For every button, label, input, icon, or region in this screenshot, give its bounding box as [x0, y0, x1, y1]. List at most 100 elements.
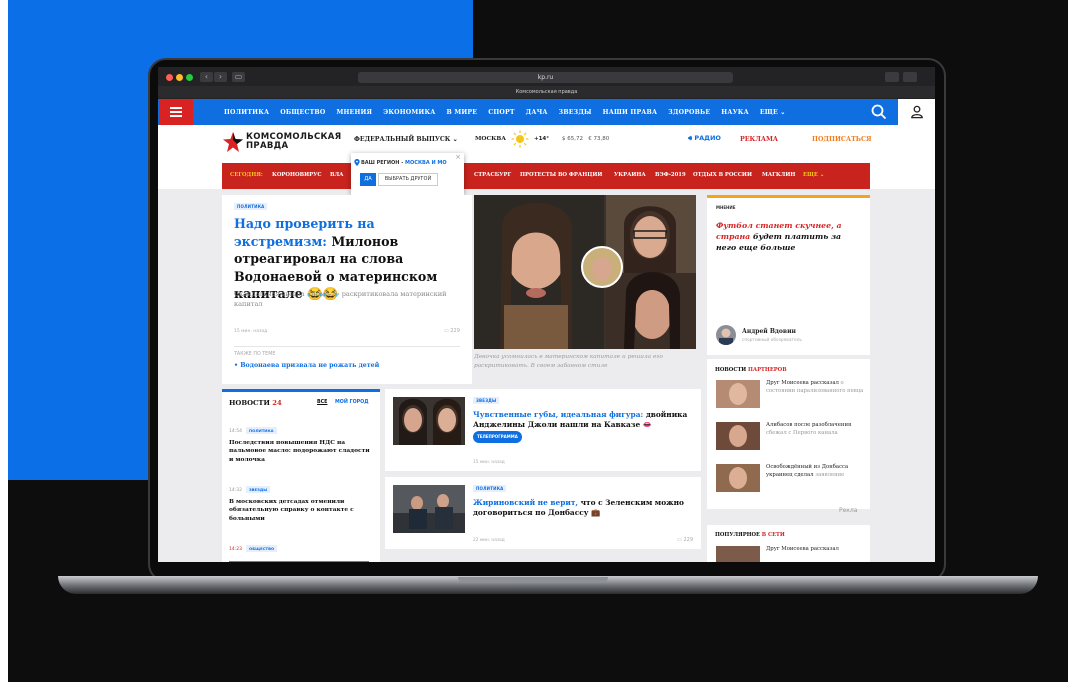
- partner-news: НОВОСТИ ПАРТНЕРОВ Друг Моисеева рассказа…: [707, 359, 870, 509]
- today-topic[interactable]: МАГКЛИН: [762, 172, 795, 178]
- forward-icon[interactable]: ›: [214, 72, 227, 82]
- today-topic[interactable]: ВЛА: [330, 172, 343, 178]
- comment-icon: ▭: [444, 328, 449, 334]
- author-role: спортивный обозреватель: [742, 338, 802, 343]
- laptop-screen: ‹ › ▭ kp.ru Комсомольская правда ПОЛИТИК…: [158, 67, 935, 562]
- today-topic[interactable]: КОРОНОВИРУС: [272, 172, 322, 178]
- nav-item[interactable]: В МИРЕ: [447, 109, 478, 116]
- today-topic[interactable]: ОТДЫХ В РОССИИ: [693, 172, 752, 178]
- rate-eur: € 73,80: [588, 136, 610, 142]
- tv-program-badge[interactable]: ТЕЛЕПРОГРАММА: [473, 430, 522, 444]
- region-name: МОСКВА И МО: [405, 160, 447, 166]
- minimize-window-icon[interactable]: [176, 74, 183, 81]
- story-tag[interactable]: ЗВЕЗДЫ: [473, 397, 500, 404]
- site-header: КОМСОМОЛЬСКАЯ ПРАВДА ФЕДЕРАЛЬНЫЙ ВЫПУСК …: [158, 125, 935, 157]
- news-my-city-tab[interactable]: МОЙ ГОРОД: [335, 400, 369, 405]
- related-link[interactable]: • Водонаева призвала не рожать детей: [234, 362, 379, 369]
- partner-thumbnail: [716, 380, 760, 408]
- nav-item[interactable]: ПОЛИТИКА: [224, 109, 269, 116]
- news-all-tab[interactable]: ВСЕ: [317, 400, 327, 405]
- tab-title[interactable]: Комсомольская правда: [158, 86, 935, 98]
- image-caption: Девочка усомнилась в материнском капитал…: [474, 354, 663, 369]
- radio-link[interactable]: 🔊︎ РАДИО: [688, 134, 721, 143]
- story-tag[interactable]: ПОЛИТИКА: [234, 203, 268, 210]
- story-title[interactable]: Жириновский не верит, что с Зеленским мо…: [473, 498, 693, 519]
- divider: [234, 346, 460, 347]
- sidebar-icon[interactable]: ▭: [232, 72, 245, 82]
- partner-item[interactable]: Алибасов после разоблачения сбежал с Пер…: [716, 422, 866, 454]
- city-label[interactable]: МОСКВА: [475, 136, 506, 142]
- today-more[interactable]: ЕЩЕ ⌄: [803, 172, 824, 178]
- search-icon[interactable]: [870, 103, 888, 121]
- author-name[interactable]: Андрей Вдовин: [742, 328, 796, 335]
- news-item[interactable]: 14:23 ОБЩЕСТВО: [229, 535, 374, 562]
- opinion-tag: МНЕНИЕ: [716, 205, 736, 210]
- popular-item[interactable]: Друг Моисеева рассказал: [766, 546, 839, 552]
- nav-item[interactable]: ЭКОНОМИКА: [383, 109, 435, 116]
- today-topic[interactable]: ВЭФ-2019: [655, 172, 686, 178]
- news-item-image: [229, 561, 369, 562]
- close-icon[interactable]: ×: [455, 153, 461, 161]
- nav-item[interactable]: ЗВЕЗДЫ: [559, 109, 592, 116]
- logo-text-line2: ПРАВДА: [246, 141, 289, 151]
- today-topic[interactable]: СТРАСБУРГ: [474, 172, 511, 178]
- section-menu: ПОЛИТИКА ОБЩЕСТВО МНЕНИЯ ЭКОНОМИКА В МИРЕ СПО…: [224, 99, 786, 125]
- back-icon[interactable]: ‹: [200, 72, 213, 82]
- tabs-icon[interactable]: [903, 72, 917, 82]
- partner-item[interactable]: Освобождённый из Донбасса украинец сдела…: [716, 464, 866, 496]
- ad-label: Рекла: [839, 507, 858, 514]
- hamburger-menu-icon[interactable]: [159, 99, 193, 125]
- radio-speaker-icon: 🔊︎: [688, 134, 693, 142]
- browser-chrome: ‹ › ▭ kp.ru Комсомольская правда: [158, 67, 935, 99]
- story-card[interactable]: ЗВЕЗДЫ Чувственные губы, идеальная фигур…: [385, 389, 701, 471]
- radio-label: РАДИО: [694, 134, 721, 142]
- today-label: СЕГОДНЯ:: [230, 172, 263, 178]
- news-item[interactable]: 14:54 ПОЛИТИКА Последствия повышения НДС …: [229, 417, 374, 464]
- nav-item[interactable]: НАШИ ПРАВА: [603, 109, 658, 116]
- today-topic[interactable]: ПРОТЕСТЫ ВО ФРАНЦИИ: [520, 172, 602, 178]
- partner-item[interactable]: Друг Моисеева рассказал о состоянии пара…: [716, 380, 866, 412]
- news-feed-title: НОВОСТИ 24: [229, 399, 282, 407]
- comment-count[interactable]: ▭ 229: [444, 328, 460, 334]
- opinion-quote[interactable]: Футбол станет скучнее, а страна будет пл…: [716, 220, 864, 253]
- story-tag[interactable]: ПОЛИТИКА: [473, 485, 507, 492]
- story-card[interactable]: ПОЛИТИКА Жириновский не верит, что с Зел…: [385, 477, 701, 549]
- nav-item[interactable]: ОБЩЕСТВО: [280, 109, 325, 116]
- photo-collage: [474, 195, 696, 349]
- nav-item[interactable]: ЕЩЕ ⌄: [760, 109, 786, 116]
- close-window-icon[interactable]: [166, 74, 173, 81]
- subscribe-link[interactable]: ПОДПИСАТЬСЯ: [812, 136, 872, 143]
- today-topics-bar: СЕГОДНЯ: КОРОНОВИРУС ВЛА СТРАСБУРГ ПРОТЕ…: [222, 163, 870, 189]
- region-confirm-button[interactable]: ДА: [360, 173, 376, 186]
- logo-star-icon: [223, 132, 243, 152]
- nav-item[interactable]: СПОРТ: [488, 109, 514, 116]
- url-text: kp.ru: [537, 74, 554, 81]
- nav-item[interactable]: МНЕНИЯ: [336, 109, 372, 116]
- address-bar[interactable]: kp.ru: [358, 72, 733, 83]
- story-time: 15 мин. назад: [473, 460, 505, 465]
- today-topic[interactable]: УКРАИНА: [614, 172, 646, 178]
- location-pin-icon: [354, 159, 360, 166]
- user-account-button[interactable]: [898, 99, 935, 125]
- nav-item[interactable]: ДАЧА: [526, 109, 548, 116]
- popular-thumbnail: [716, 546, 760, 562]
- share-icon[interactable]: [885, 72, 899, 82]
- advertising-link[interactable]: РЕКЛАМА: [740, 136, 778, 143]
- main-story-card[interactable]: ПОЛИТИКА Надо проверить на экстремизм: М…: [222, 195, 472, 384]
- currency-rates: $ 65,72 € 73,80: [562, 136, 609, 142]
- nav-item[interactable]: НАУКА: [721, 109, 749, 116]
- region-choose-other-button[interactable]: ВЫБРАТЬ ДРУГОЙ: [378, 173, 438, 186]
- news-item[interactable]: 14:32 ЗВЕЗДЫ В московских детсадах отмени…: [229, 476, 374, 523]
- maximize-window-icon[interactable]: [186, 74, 193, 81]
- partner-news-title: НОВОСТИ ПАРТНЕРОВ: [715, 367, 787, 373]
- rate-usd: $ 65,72: [562, 136, 583, 142]
- story-title[interactable]: Чувственные губы, идеальная фигура: двой…: [473, 410, 693, 444]
- story-time: 22 мин. назад: [473, 538, 505, 543]
- nav-item[interactable]: ЗДОРОВЬЕ: [668, 109, 710, 116]
- edition-selector[interactable]: ФЕДЕРАЛЬНЫЙ ВЫПУСК ⌄: [354, 136, 458, 143]
- opinion-card[interactable]: МНЕНИЕ Футбол станет скучнее, а страна б…: [707, 195, 870, 355]
- main-story-image[interactable]: [474, 195, 696, 349]
- story-thumbnail: [393, 397, 465, 445]
- popular-title: ПОПУЛЯРНОЕ В СЕТИ: [715, 532, 785, 538]
- comment-count[interactable]: ▭ 229: [677, 537, 693, 543]
